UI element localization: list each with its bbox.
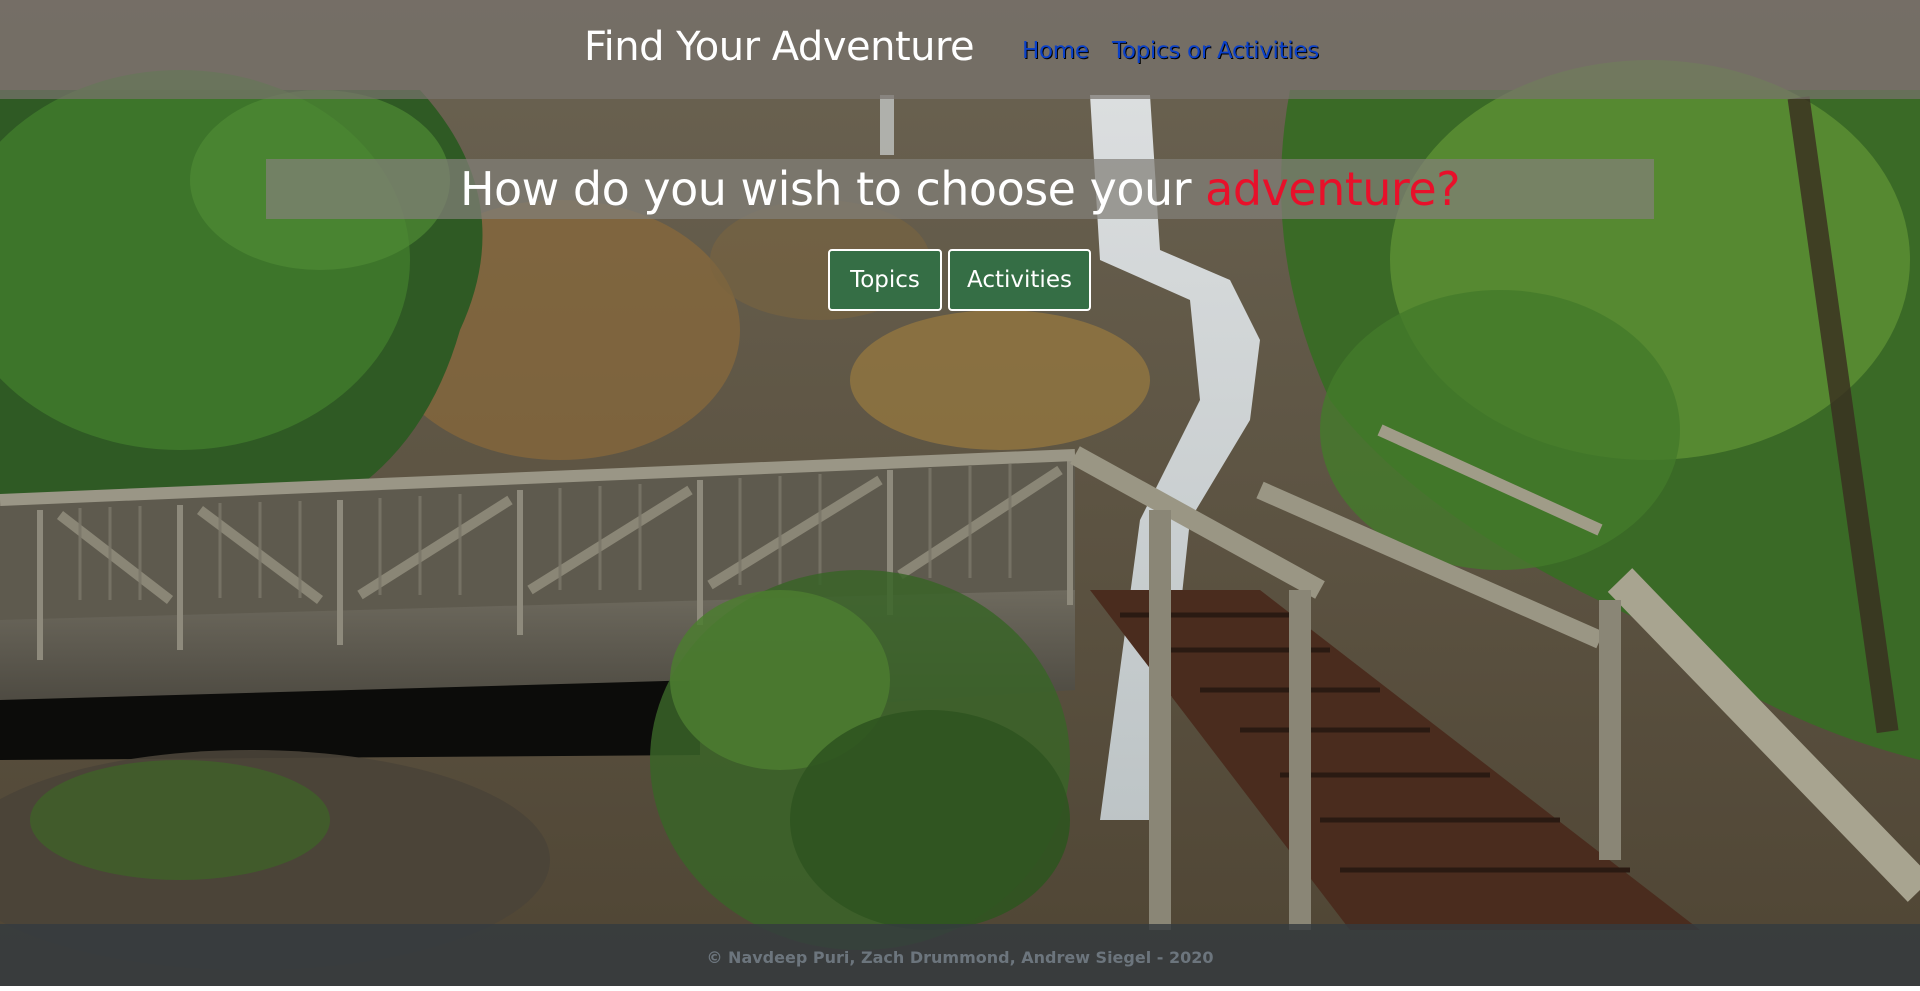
background-photo: [0, 0, 1920, 991]
page: Find Your Adventure Home Topics or Activ…: [0, 0, 1920, 991]
choice-button-group: Topics Activities: [828, 249, 1091, 311]
brand-title[interactable]: Find Your Adventure: [584, 24, 975, 70]
navbar: Find Your Adventure Home Topics or Activ…: [0, 0, 1920, 99]
hero-heading-prefix: How do you wish to choose your: [459, 162, 1206, 216]
hero-banner: How do you wish to choose your adventure…: [266, 159, 1654, 219]
footer: © Navdeep Puri, Zach Drummond, Andrew Si…: [0, 924, 1920, 991]
nav-link-home[interactable]: Home: [1022, 38, 1089, 64]
hero-heading: How do you wish to choose your adventure…: [266, 159, 1654, 219]
footer-copyright: © Navdeep Puri, Zach Drummond, Andrew Si…: [706, 948, 1214, 967]
page-bottom-edge: [0, 986, 1920, 991]
hero-heading-accent: adventure?: [1205, 162, 1461, 216]
activities-button[interactable]: Activities: [948, 249, 1091, 311]
topics-button[interactable]: Topics: [828, 249, 942, 311]
nav-link-topics-or-activities[interactable]: Topics or Activities: [1112, 38, 1319, 64]
